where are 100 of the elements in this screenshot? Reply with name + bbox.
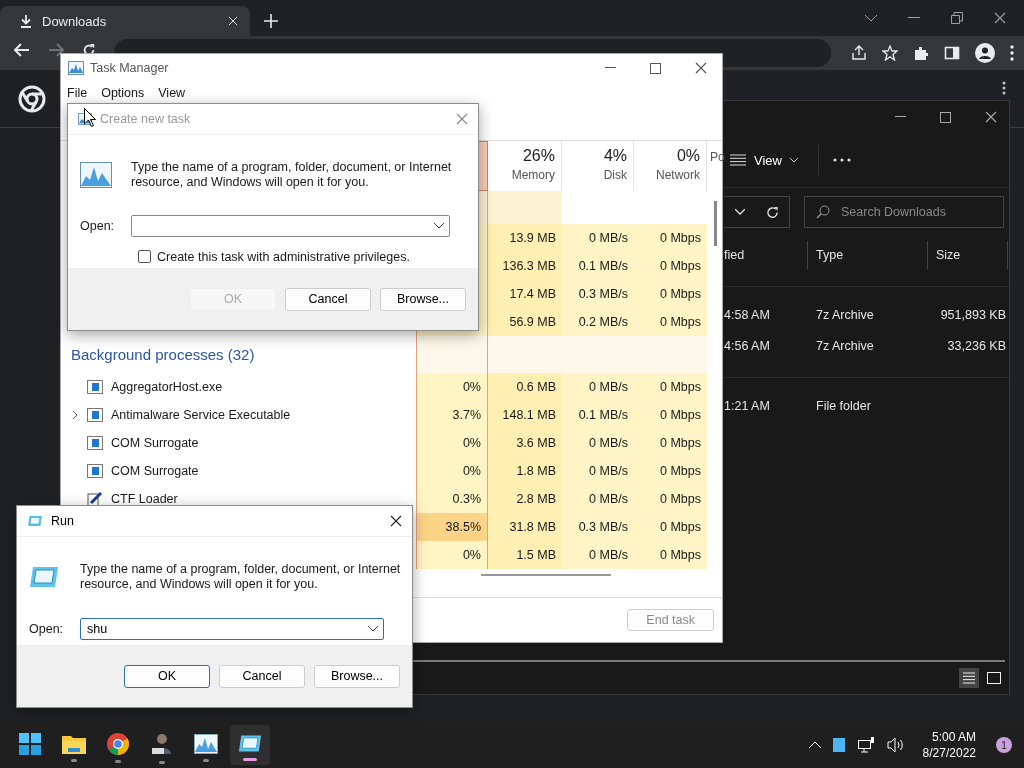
download-icon (20, 14, 32, 28)
chevron-down-icon[interactable] (368, 626, 378, 632)
minimize-icon[interactable] (908, 17, 920, 19)
view-button[interactable]: View (724, 146, 804, 174)
refresh-icon[interactable] (765, 205, 779, 219)
dialog-button[interactable]: Cancel (285, 287, 371, 311)
menu-icon[interactable] (1010, 45, 1014, 61)
process-name[interactable]: COM Surrogate (111, 436, 199, 450)
dialog-button[interactable]: Cancel (219, 664, 305, 688)
menu-item[interactable]: Options (101, 86, 145, 100)
memory-cell: 13.9 MB (488, 224, 562, 252)
scrollbar-thumb[interactable] (481, 574, 611, 576)
network-cell: 0 Mbps (634, 457, 707, 485)
cpu-cell: 3.7% (416, 401, 488, 429)
taskbar-button[interactable] (230, 725, 270, 765)
disk-cell: 0 MB/s (562, 485, 634, 513)
browser-tab[interactable]: Downloads (0, 6, 250, 36)
minimize-icon[interactable] (605, 67, 616, 69)
star-icon[interactable] (882, 45, 898, 61)
search-icon (816, 205, 830, 219)
forward-arrow-icon[interactable] (48, 43, 64, 57)
mouse-pointer-icon (84, 108, 96, 127)
memory-cell: 136.3 MB (488, 252, 562, 280)
chevron-right-icon[interactable] (71, 410, 79, 420)
clock-date[interactable]: 8/27/2022 (922, 746, 976, 760)
network-cell: 0 Mbps (634, 429, 707, 457)
process-name[interactable]: CTF Loader (111, 492, 178, 506)
close-icon[interactable] (994, 12, 1006, 24)
notification-badge[interactable]: 1 (996, 737, 1012, 753)
close-icon[interactable] (985, 111, 997, 123)
dialog-button[interactable]: Browse... (380, 287, 466, 311)
address-box[interactable] (724, 196, 790, 228)
more-icon[interactable] (832, 158, 851, 162)
disk-cell: 0 MB/s (562, 373, 634, 401)
dialog-button[interactable]: Browse... (314, 664, 400, 688)
network-cell: 0 Mbps (634, 513, 707, 541)
run-icon (29, 565, 59, 589)
disk-cell: 0.3 MB/s (562, 280, 634, 308)
process-name[interactable]: Antimalware Service Executable (111, 408, 291, 422)
chevron-down-icon[interactable] (434, 222, 444, 229)
memory-cell: 17.4 MB (488, 280, 562, 308)
network-cell: 0 Mbps (634, 308, 707, 336)
column-header[interactable]: 4% Disk (562, 141, 634, 191)
process-name[interactable]: COM Surrogate (111, 464, 199, 478)
column-header[interactable]: Size (928, 240, 1008, 269)
share-icon[interactable] (851, 45, 867, 61)
volume-icon[interactable] (886, 737, 905, 753)
scrollbar-thumb[interactable] (714, 201, 717, 246)
checkbox-label[interactable]: Create this task with administrative privileges. (157, 249, 410, 264)
search-field[interactable]: Search Downloads (804, 196, 1004, 228)
date-cell-text: 4:56 AM (724, 338, 771, 353)
app-tile-icon[interactable] (832, 738, 845, 752)
maximize-icon[interactable] (650, 62, 661, 74)
chevron-down-icon[interactable] (865, 14, 877, 22)
back-arrow-icon[interactable] (14, 43, 30, 57)
profile-icon[interactable] (975, 43, 995, 63)
close-icon[interactable] (695, 62, 707, 74)
chevron-up-icon[interactable] (808, 741, 821, 749)
sidebar-icon[interactable] (944, 45, 960, 61)
open-combo-box[interactable]: shu (80, 618, 384, 640)
open-label: Open: (80, 218, 116, 233)
dialog-button[interactable]: OK (124, 664, 210, 688)
network-icon[interactable] (856, 737, 875, 753)
column-header[interactable]: 0% Network (634, 141, 707, 191)
date-cell-text: 4:58 AM (724, 307, 771, 322)
column-header[interactable]: Type (808, 240, 928, 269)
restore-icon[interactable] (951, 12, 963, 24)
network-cell: 0 Mbps (634, 485, 707, 513)
chart-window-icon (194, 733, 218, 754)
run-icon (27, 515, 43, 527)
cpu-cell: 38.5% (416, 513, 488, 541)
minimize-icon[interactable] (895, 116, 906, 118)
menu-item[interactable]: File (67, 86, 88, 100)
tiles-view-icon[interactable] (985, 669, 1003, 687)
more-icon[interactable] (1002, 80, 1006, 95)
window-icon (87, 380, 103, 394)
disk-cell: 0 MB/s (562, 541, 634, 569)
open-label: Open: (29, 622, 65, 636)
maximize-icon[interactable] (940, 111, 951, 123)
memory-cell: 56.9 MB (488, 308, 562, 336)
cpu-cell: 0% (416, 429, 488, 457)
process-name[interactable]: AggregatorHost.exe (111, 380, 223, 394)
close-icon[interactable] (390, 515, 402, 527)
new-tab-icon[interactable] (264, 14, 278, 28)
chrome-logo-icon (107, 732, 129, 755)
disk-cell: 0.1 MB/s (562, 252, 634, 280)
clock-time[interactable]: 5:00 AM (931, 730, 976, 744)
network-cell: 0 Mbps (634, 401, 707, 429)
folder-icon (62, 733, 86, 754)
checkbox[interactable] (138, 250, 151, 263)
puzzle-icon[interactable] (913, 45, 929, 61)
menu-item[interactable]: View (158, 86, 186, 100)
details-view-icon[interactable] (959, 668, 979, 688)
windows-logo-icon (19, 732, 41, 755)
disk-cell: 0.1 MB/s (562, 401, 634, 429)
memory-cell: 2.8 MB (488, 485, 562, 513)
column-header[interactable]: fied (724, 240, 808, 269)
size-cell-text: 951,893 KB (939, 307, 1007, 322)
task-manager-icon (80, 161, 112, 188)
size-cell-text: 33,236 KB (946, 338, 1007, 353)
